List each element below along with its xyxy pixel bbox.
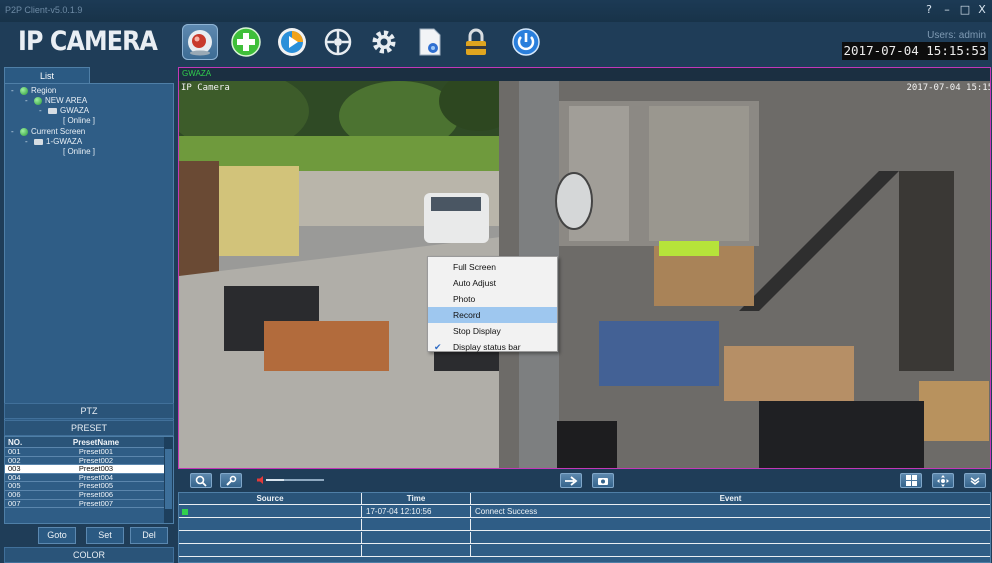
power-button[interactable] bbox=[508, 24, 544, 60]
current-user: Users: admin bbox=[927, 30, 986, 41]
title-bar: P2P Client-v5.0.1.9 ? – □ X bbox=[0, 0, 992, 22]
tree-node-current-status: [ Online ] bbox=[63, 147, 96, 156]
chevron-down-icon bbox=[970, 476, 980, 485]
grid-icon bbox=[905, 475, 917, 486]
menu-item-auto-adjust[interactable]: Auto Adjust bbox=[428, 275, 557, 291]
arrow-right-icon bbox=[565, 475, 578, 486]
ptz-direction-button[interactable] bbox=[932, 473, 954, 488]
menu-item-full-screen[interactable]: Full Screen bbox=[428, 259, 557, 275]
screen-icon bbox=[20, 127, 28, 136]
event-log: Source Time Event 17-07-04 12:10:56 Conn… bbox=[178, 492, 991, 563]
menu-item-display-status-bar[interactable]: ✔ Display status bar bbox=[428, 339, 557, 355]
add-device-button[interactable] bbox=[228, 24, 264, 60]
scroll-thumb[interactable] bbox=[165, 449, 172, 509]
region-icon bbox=[20, 86, 28, 95]
system-clock: 2017-07-04 15:15:53 bbox=[842, 42, 988, 60]
file-icon bbox=[419, 28, 441, 56]
preset-table: NO. PresetName 001 Preset001 002 Preset002… bbox=[4, 436, 174, 524]
help-button[interactable]: ? bbox=[922, 3, 936, 17]
volume-slider[interactable] bbox=[257, 476, 325, 484]
power-icon bbox=[512, 28, 540, 56]
channel-label: GWAZA bbox=[182, 69, 212, 78]
settings-icon bbox=[372, 30, 396, 54]
move-icon bbox=[937, 474, 949, 487]
menu-item-record[interactable]: Record bbox=[428, 307, 557, 323]
lock-button[interactable] bbox=[458, 24, 494, 60]
maximize-button[interactable]: □ bbox=[958, 3, 972, 17]
ptz-control-button[interactable] bbox=[320, 24, 356, 60]
preset-row[interactable]: 007 Preset007 bbox=[5, 499, 173, 509]
osd-camera-name: IP Camera bbox=[181, 83, 230, 93]
preset-goto-button[interactable]: Goto bbox=[38, 527, 76, 544]
video-window[interactable]: GWAZA IP Camera 2017-07-04 15:1 bbox=[178, 67, 991, 469]
ptz-icon bbox=[324, 28, 352, 56]
live-view-button[interactable] bbox=[182, 24, 218, 60]
menu-item-stop-display[interactable]: Stop Display bbox=[428, 323, 557, 339]
video-header: GWAZA bbox=[179, 68, 990, 81]
tab-list[interactable]: List bbox=[4, 67, 90, 83]
app-window: P2P Client-v5.0.1.9 ? – □ X IP CAMERA Us… bbox=[0, 0, 992, 563]
app-logo: IP CAMERA bbox=[18, 26, 158, 57]
tree-node-camera[interactable]: - GWAZA bbox=[39, 106, 89, 115]
event-log-row-empty bbox=[179, 532, 990, 544]
speaker-icon bbox=[257, 476, 263, 484]
osd-timestamp: 2017-07-04 15:15:4 bbox=[906, 83, 990, 93]
playback-button[interactable] bbox=[274, 24, 310, 60]
tools-button[interactable] bbox=[220, 473, 242, 488]
ptz-section-header[interactable]: PTZ bbox=[4, 403, 174, 419]
app-title: P2P Client-v5.0.1.9 bbox=[5, 5, 83, 15]
tree-node-area[interactable]: - NEW AREA bbox=[25, 96, 87, 105]
camera-device-icon bbox=[34, 138, 43, 145]
tree-node-current-camera[interactable]: -1-GWAZA bbox=[25, 137, 82, 146]
snapshot-button[interactable] bbox=[592, 473, 614, 488]
event-log-row-empty bbox=[179, 545, 990, 557]
video-control-bar bbox=[178, 470, 991, 491]
file-manager-button[interactable] bbox=[412, 24, 448, 60]
zoom-button[interactable] bbox=[190, 473, 212, 488]
camera-icon bbox=[188, 30, 212, 56]
event-log-row[interactable]: 17-07-04 12:10:56 Connect Success bbox=[179, 506, 990, 518]
area-icon bbox=[34, 96, 42, 105]
add-icon bbox=[231, 27, 261, 57]
switch-stream-button[interactable] bbox=[560, 473, 582, 488]
close-button[interactable]: X bbox=[975, 3, 989, 17]
preset-del-button[interactable]: Del bbox=[130, 527, 168, 544]
camera-feed-image bbox=[179, 81, 990, 468]
minimize-button[interactable]: – bbox=[940, 3, 954, 17]
search-icon bbox=[195, 475, 207, 487]
event-log-header: Source Time Event bbox=[179, 493, 990, 505]
event-log-row-empty bbox=[179, 519, 990, 531]
menu-item-photo[interactable]: Photo bbox=[428, 291, 557, 307]
camera-device-icon bbox=[48, 107, 57, 114]
lock-icon bbox=[466, 28, 486, 55]
preset-section-header[interactable]: PRESET bbox=[4, 420, 174, 436]
playback-icon bbox=[278, 28, 306, 56]
checkmark-icon: ✔ bbox=[434, 342, 442, 352]
preset-set-button[interactable]: Set bbox=[86, 527, 124, 544]
color-section-header[interactable]: COLOR bbox=[4, 547, 174, 563]
left-panel: List - Region - NEW AREA - GWAZA [ Online ]… bbox=[4, 67, 174, 563]
status-indicator bbox=[182, 509, 188, 515]
tree-node-status: [ Online ] bbox=[63, 116, 96, 125]
event-time: 17-07-04 12:10:56 bbox=[362, 506, 471, 518]
preset-scrollbar[interactable] bbox=[164, 437, 173, 523]
event-message: Connect Success bbox=[475, 507, 538, 516]
settings-button[interactable] bbox=[366, 24, 402, 60]
layout-grid-button[interactable] bbox=[900, 473, 922, 488]
camera-feed[interactable]: IP Camera 2017-07-04 15:15:4 bbox=[179, 81, 990, 468]
context-menu: Full Screen Auto Adjust Photo Record Sto… bbox=[427, 256, 558, 352]
wrench-icon bbox=[226, 475, 237, 486]
collapse-button[interactable] bbox=[964, 473, 986, 488]
tree-node-current-screen[interactable]: - Current Screen bbox=[11, 127, 85, 136]
tree-node-region[interactable]: - Region bbox=[11, 86, 56, 95]
snapshot-icon bbox=[598, 477, 608, 485]
